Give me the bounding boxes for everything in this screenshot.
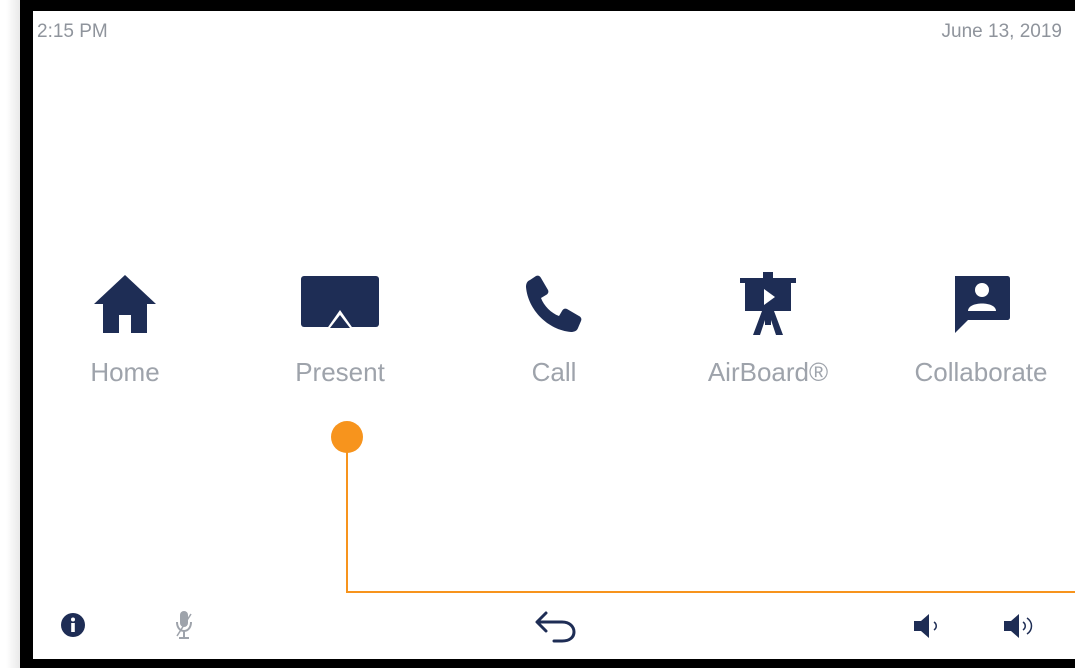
airplay-display-icon (245, 269, 435, 339)
tile-call-label: Call (531, 357, 577, 387)
tile-airboard-label: AirBoard® (707, 357, 829, 387)
status-date: June 13, 2019 (941, 21, 1062, 42)
tile-collaborate-label: Collaborate (914, 357, 1048, 387)
bezel-left (20, 0, 33, 668)
bezel-bottom (20, 659, 1075, 668)
tile-home[interactable]: Home (33, 269, 220, 399)
tile-present-label: Present (295, 357, 385, 387)
tile-present[interactable]: Present (245, 269, 435, 399)
callout-line-horizontal (346, 591, 1075, 593)
volume-down-icon (914, 614, 937, 638)
phone-icon (459, 269, 649, 339)
back-arrow-icon (535, 611, 576, 643)
tile-call[interactable]: Call (459, 269, 649, 399)
tile-home-label: Home (90, 357, 160, 387)
volume-down-button[interactable] (911, 611, 943, 641)
volume-up-icon (1004, 614, 1033, 638)
contact-chat-icon (886, 269, 1075, 339)
tile-airboard[interactable]: AirBoard® (673, 269, 863, 399)
bezel-shadow (6, 0, 20, 668)
tile-collaborate[interactable]: Collaborate (886, 269, 1075, 399)
bezel-top (20, 0, 1075, 11)
back-button[interactable] (533, 608, 577, 644)
info-button[interactable] (59, 611, 87, 639)
easel-board-icon (673, 269, 863, 339)
mute-microphone-button[interactable] (170, 609, 198, 641)
microphone-muted-icon (176, 611, 192, 639)
touch-panel-screen: 2:15 PM June 13, 2019 Home Present Call (33, 11, 1075, 659)
house-icon (33, 269, 220, 339)
status-time: 2:15 PM (37, 21, 108, 42)
callout-line-vertical (346, 447, 348, 593)
info-icon (61, 613, 85, 637)
volume-up-button[interactable] (1001, 611, 1037, 641)
